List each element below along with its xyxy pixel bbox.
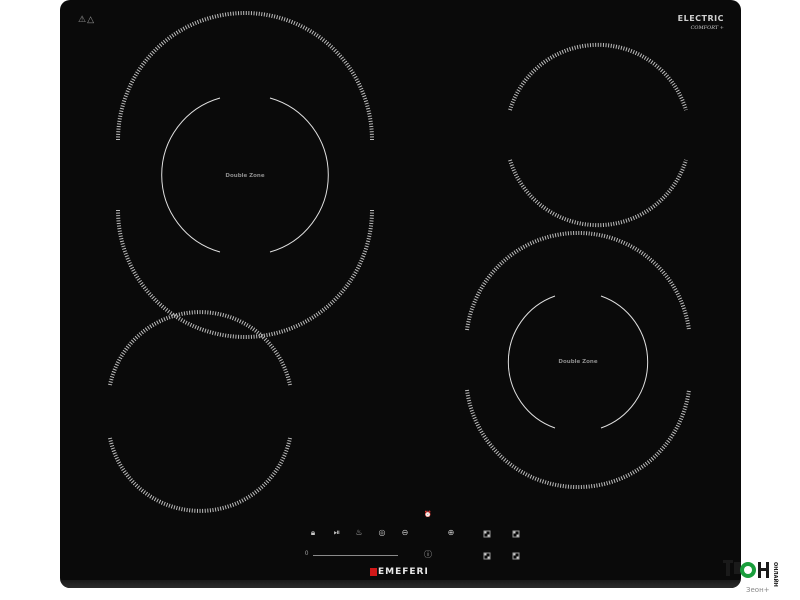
logo-mark-icon — [370, 568, 377, 576]
zone-select-icon-4[interactable] — [512, 552, 520, 560]
inner-ring-left — [507, 295, 556, 429]
inner-ring-left — [161, 97, 221, 253]
plus-icon[interactable]: ⊕ — [445, 528, 457, 540]
ring-top — [508, 42, 688, 111]
inner-ring-right — [269, 97, 329, 253]
watermark-caption: Зеон+ — [746, 586, 770, 594]
lock-icon[interactable]: 🔒︎ — [307, 528, 319, 540]
ring-bottom — [508, 159, 688, 228]
zone-select-icon-1[interactable] — [483, 530, 491, 538]
zone-front-left[interactable] — [108, 310, 292, 513]
zone-back-right[interactable] — [508, 42, 688, 228]
outer-ring-bottom — [465, 389, 691, 489]
outer-ring-top — [465, 231, 691, 331]
zone-select-icon-3[interactable] — [483, 552, 491, 560]
cooktop-glass-panel: ⚠△ ELECTRIC COMFORT + Double Zone Double… — [60, 0, 741, 588]
cooking-zones — [108, 11, 691, 513]
watermark-brand: ОНЛАЙН — [772, 562, 780, 587]
keep-warm-icon[interactable]: ♨︎ — [353, 528, 365, 540]
brand-name: EMEFERI — [378, 567, 429, 577]
ring-bottom — [108, 437, 292, 513]
zone-label-left: Double Zone — [225, 173, 265, 179]
outer-ring-bottom — [116, 209, 374, 339]
outer-ring-top — [116, 11, 374, 141]
minus-icon[interactable]: ⊖ — [399, 528, 411, 540]
pause-icon[interactable]: ⏯︎ — [331, 528, 343, 540]
ring-top — [108, 310, 292, 386]
brand-logo: EMEFERI — [370, 567, 429, 577]
zone-label-right: Double Zone — [558, 359, 598, 365]
power-icon[interactable]: ⓘ — [422, 550, 434, 562]
alarm-icon: ⏰ — [424, 512, 432, 518]
inner-ring-right — [600, 295, 649, 429]
timer-icon[interactable]: ◎ — [376, 528, 388, 540]
slider-min-label: 0 — [305, 551, 309, 557]
power-slider[interactable] — [313, 555, 398, 556]
zone-select-icon-2[interactable] — [512, 530, 520, 538]
